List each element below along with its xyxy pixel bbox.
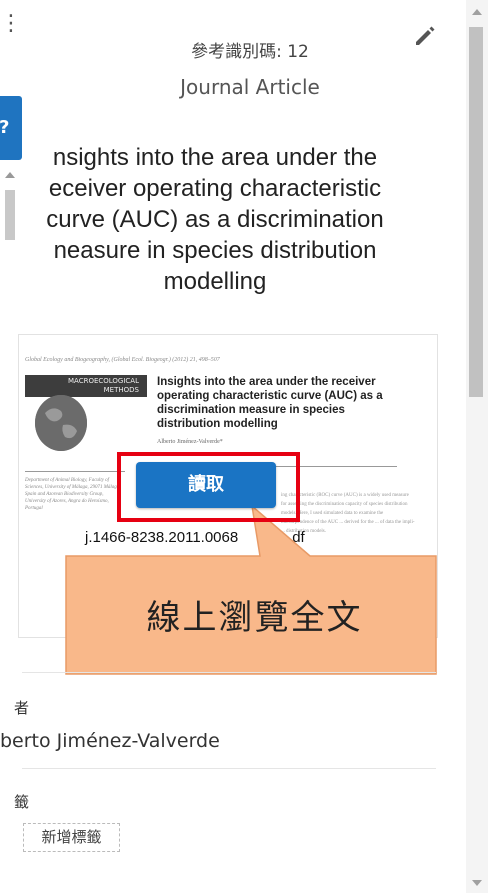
author-value[interactable]: berto Jiménez-Valverde [0,730,220,752]
add-tag-button[interactable]: 新增標籤 [23,823,120,852]
author-label: 者 [14,699,30,717]
preview-title-line: discrimination measure in species [157,404,345,416]
scrollbar-down-arrow[interactable] [472,880,482,886]
scrollbar-thumb[interactable] [469,27,483,397]
preview-title-line: Insights into the area under the receive… [157,376,376,388]
title-line: nsights into the area under the [52,144,378,171]
doi-text: j.1466-8238.2011.0068 [85,529,239,546]
callout-text: 線上瀏覽全文 [146,598,363,638]
title-line: eceiver operating characteristic [48,175,382,202]
preview-author: Alberto Jiménez-Valverde* [157,439,223,445]
preview-badge-bar: MACROECOLOGICAL METHODS [25,375,147,397]
title-line: neasure in species distribution [53,237,377,264]
more-vert-icon[interactable]: ⋮ [0,13,22,35]
badge-line: MACROECOLOGICAL [67,377,139,385]
reference-id: 參考識別碼: 12 [191,42,309,62]
help-icon: ? [0,117,10,138]
divider [22,672,436,673]
pencil-icon[interactable] [410,20,440,50]
scrollbar-up-arrow[interactable] [472,9,482,15]
preview-title: Insights into the area under the receive… [157,375,417,431]
tags-label: 籤 [14,793,30,811]
title-line: modelling [163,268,267,295]
badge-line: METHODS [103,386,139,394]
divider [22,768,436,769]
globe-logo [35,395,87,451]
preview-title-line: distribution modelling [157,418,278,430]
preview-badge: MACROECOLOGICAL METHODS [25,375,147,455]
preview-journal-line: Global Ecology and Biogeography, (Global… [25,357,220,363]
callout-bubble [65,496,440,676]
title-line: curve (AUC) as a discrimination [46,206,384,233]
article-title: nsights into the area under the eceiver … [0,142,430,297]
preview-affiliation: Department of Animal Biology, Faculty of… [25,478,121,511]
divider [25,471,125,472]
preview-title-line: operating characteristic curve (AUC) as … [157,390,383,402]
article-type: Journal Article [180,75,320,99]
read-button[interactable]: 讀取 [136,462,276,508]
